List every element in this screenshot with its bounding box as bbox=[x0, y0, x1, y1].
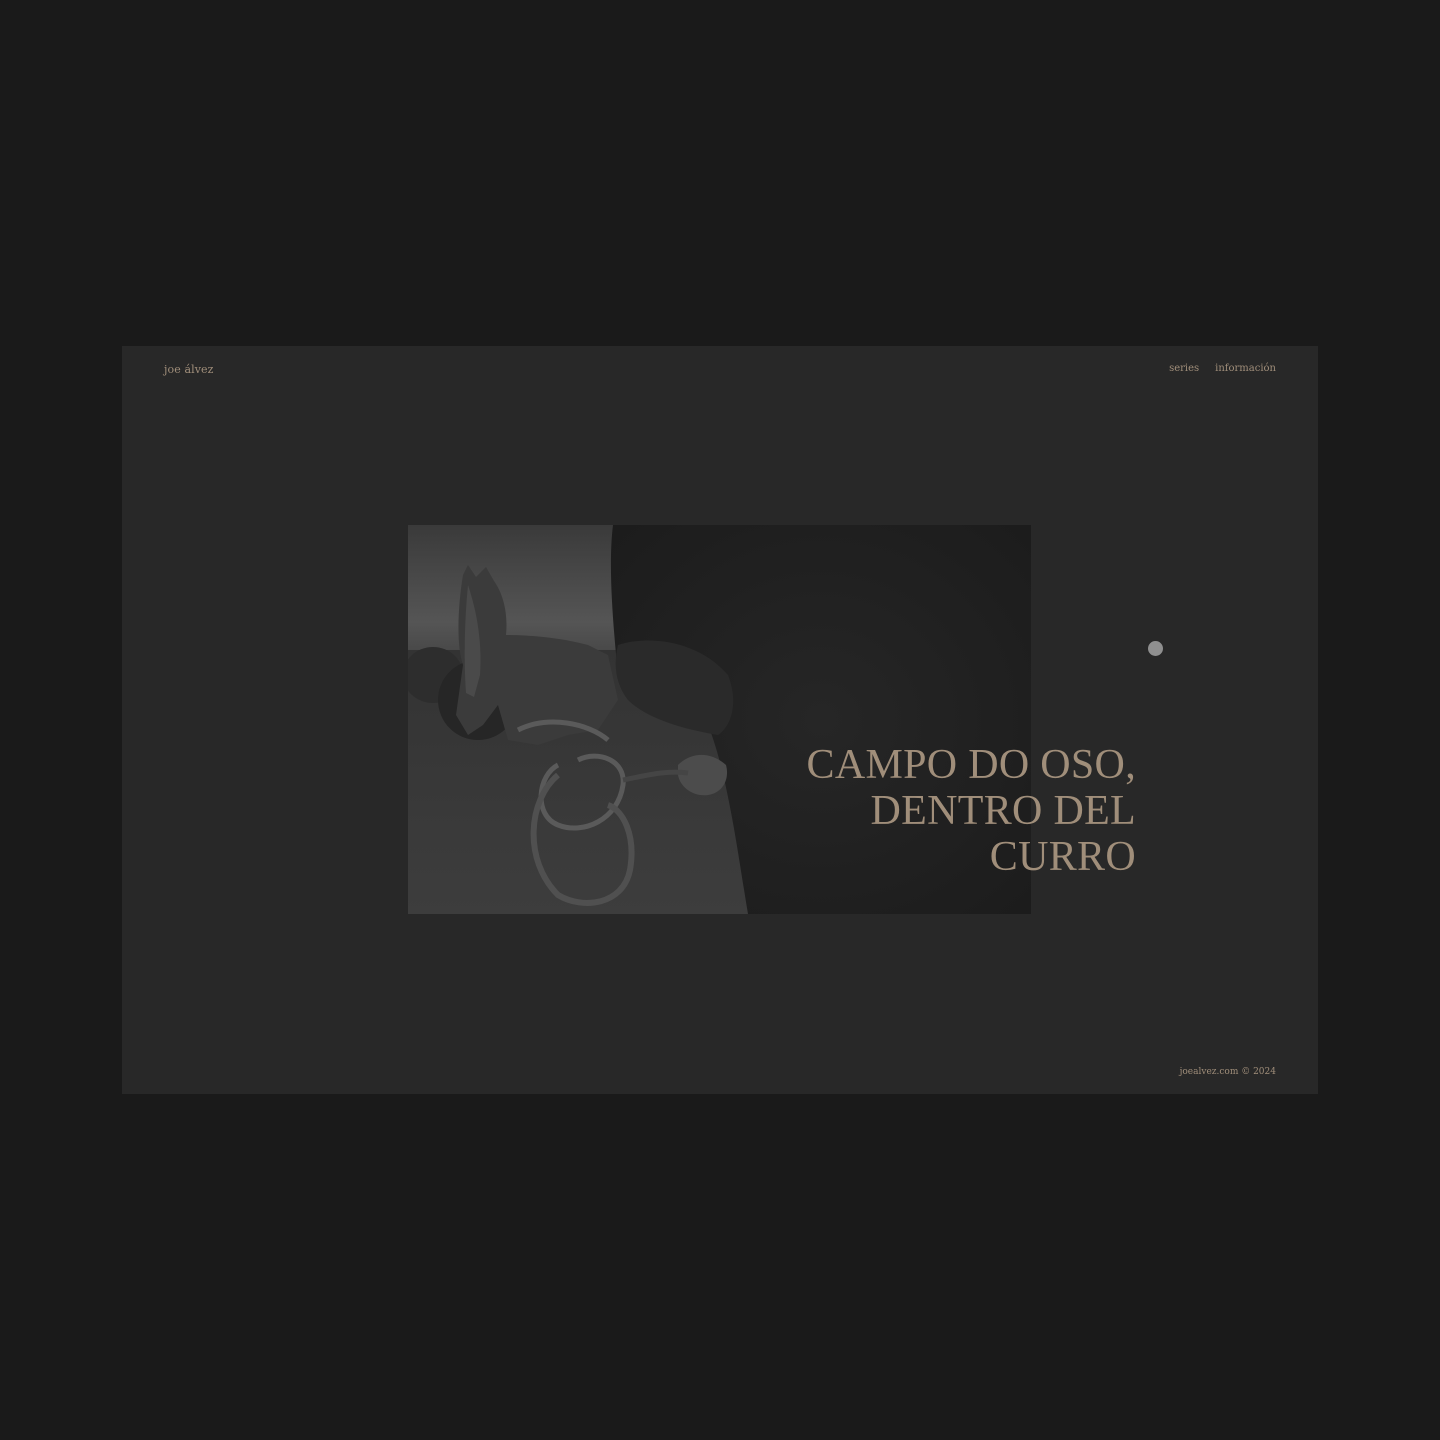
site-logo-link[interactable]: joe álvez bbox=[164, 363, 214, 376]
series-title-line-2: DENTRO DEL bbox=[870, 788, 1136, 834]
series-title-link[interactable]: CAMPO DO OSO, DENTRO DEL CURRO bbox=[807, 742, 1136, 880]
nav-link-informacion[interactable]: información bbox=[1215, 363, 1276, 374]
website-screen: joe álvez series información CAMPO DO OS… bbox=[122, 346, 1318, 1094]
main-nav: series información bbox=[1169, 363, 1276, 374]
footer-copyright: joealvez.com © 2024 bbox=[1179, 1067, 1276, 1077]
nav-link-series[interactable]: series bbox=[1169, 363, 1199, 374]
slide-indicator-dot[interactable] bbox=[1148, 641, 1163, 656]
series-title-line-1: CAMPO DO OSO, bbox=[806, 742, 1136, 788]
series-title-line-3: CURRO bbox=[989, 834, 1136, 880]
